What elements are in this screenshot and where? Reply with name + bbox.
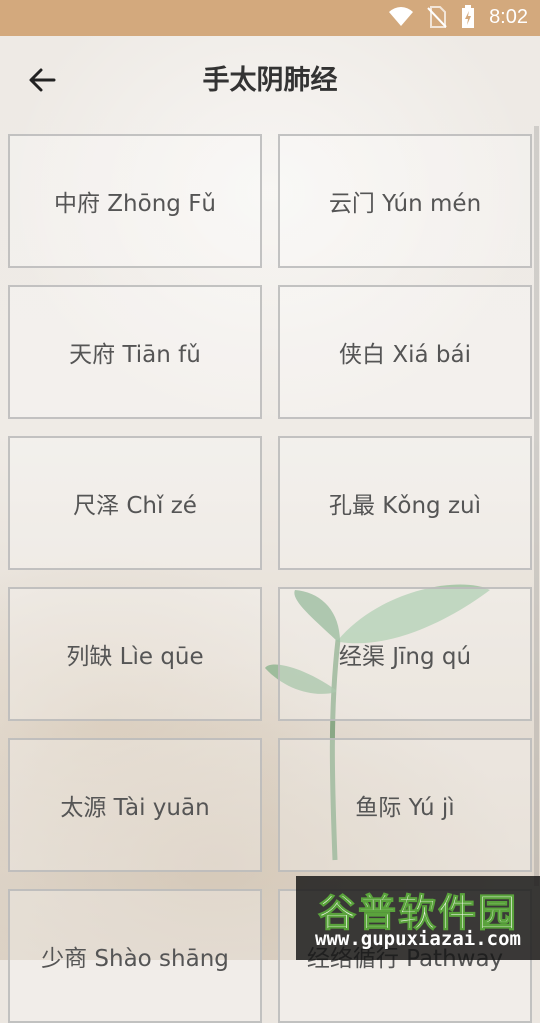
battery-charging-icon [462, 5, 475, 28]
acupoint-button[interactable]: 孔最 Kǒng zuì [278, 436, 532, 570]
acupoint-button[interactable]: 尺泽 Chǐ zé [8, 436, 262, 570]
app-bar: 手太阴肺经 [0, 36, 540, 122]
watermark-logo: 谷普软件园 www.gupuxiazai.com [296, 876, 540, 960]
acupoint-button[interactable]: 经渠 Jīng qú [278, 587, 532, 721]
watermark-url: www.gupuxiazai.com [315, 928, 521, 950]
status-bar: 8:02 [0, 0, 540, 36]
acupoint-button[interactable]: 中府 Zhōng Fǔ [8, 134, 262, 268]
acupoint-button[interactable]: 云门 Yún mén [278, 134, 532, 268]
status-time: 8:02 [489, 5, 528, 28]
acupoint-button[interactable]: 天府 Tiān fǔ [8, 285, 262, 419]
wifi-icon [389, 7, 414, 27]
acupoint-button[interactable]: 太源 Tài yuān [8, 738, 262, 872]
acupoint-button[interactable]: 少商 Shào shāng [8, 889, 262, 1023]
page-title: 手太阴肺经 [202, 65, 338, 96]
acupoint-button[interactable]: 鱼际 Yú jì [278, 738, 532, 872]
scrollbar[interactable] [534, 126, 539, 886]
acupoint-button[interactable]: 侠白 Xiá bái [278, 285, 532, 419]
acupoint-button[interactable]: 列缺 Lìe qūe [8, 587, 262, 721]
no-sim-icon [427, 6, 447, 28]
